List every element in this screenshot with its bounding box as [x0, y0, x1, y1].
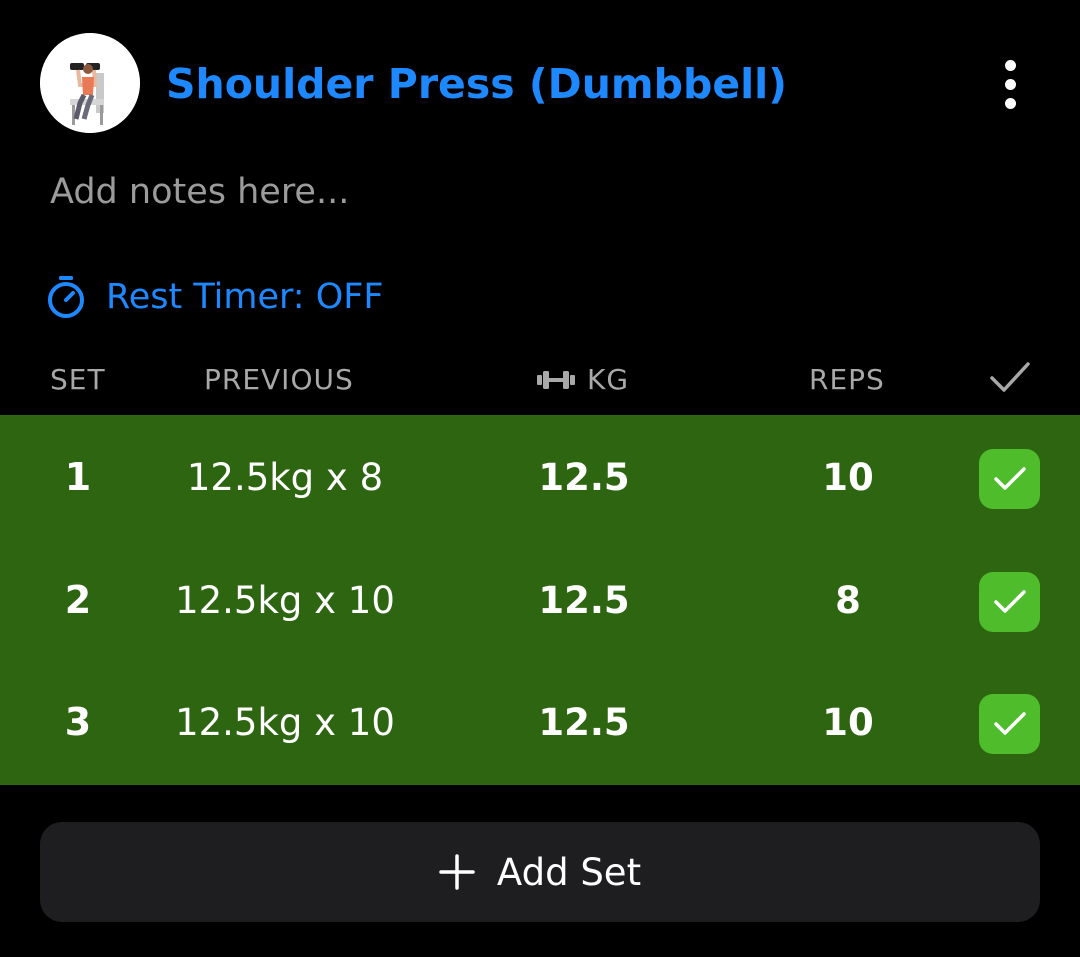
column-header-set: SET: [50, 363, 106, 396]
complete-set-checkbox[interactable]: [979, 694, 1040, 754]
sets-list: 1 12.5kg x 8 12.5 10 2 12.5kg x 10 12.5 …: [0, 415, 1080, 785]
plus-icon: [439, 854, 475, 890]
more-vertical-icon-dot: [1005, 79, 1016, 90]
kg-input[interactable]: 12.5: [504, 661, 664, 784]
checkmark-icon: [990, 362, 1030, 392]
exercise-illustration-icon: [40, 33, 140, 133]
stopwatch-icon: [48, 276, 84, 318]
checkmark-icon: [994, 590, 1026, 613]
checkmark-icon: [994, 712, 1026, 735]
exercise-header: Shoulder Press (Dumbbell): [0, 0, 1080, 170]
set-number[interactable]: 1: [38, 416, 118, 539]
column-header-reps: REPS: [809, 363, 885, 396]
add-set-button[interactable]: Add Set: [40, 822, 1040, 922]
rest-timer-label: Rest Timer: OFF: [106, 277, 384, 317]
checkmark-icon: [994, 467, 1026, 490]
exercise-title[interactable]: Shoulder Press (Dumbbell): [166, 58, 787, 110]
complete-set-checkbox[interactable]: [979, 572, 1040, 632]
complete-set-checkbox[interactable]: [979, 449, 1040, 509]
kg-input[interactable]: 12.5: [504, 539, 664, 662]
column-header-previous: PREVIOUS: [204, 363, 354, 396]
rest-timer-button[interactable]: Rest Timer: OFF: [44, 270, 384, 324]
exercise-thumbnail[interactable]: [40, 33, 140, 133]
add-set-label: Add Set: [496, 850, 642, 894]
kg-input[interactable]: 12.5: [504, 416, 664, 539]
set-row: 1 12.5kg x 8 12.5 10: [0, 416, 1080, 539]
more-vertical-icon-dot: [1005, 98, 1016, 109]
set-number[interactable]: 3: [38, 661, 118, 784]
column-header-kg: KG: [537, 363, 629, 396]
dumbbell-icon: [537, 370, 575, 389]
more-vertical-icon: [1005, 60, 1016, 71]
previous-value[interactable]: 12.5kg x 8: [155, 416, 415, 539]
set-number[interactable]: 2: [38, 539, 118, 662]
reps-input[interactable]: 10: [778, 661, 918, 784]
notes-input[interactable]: [50, 164, 950, 220]
set-row: 3 12.5kg x 10 12.5 10: [0, 661, 1080, 784]
previous-value[interactable]: 12.5kg x 10: [155, 539, 415, 662]
previous-value[interactable]: 12.5kg x 10: [155, 661, 415, 784]
column-header-done: [988, 357, 1032, 397]
column-header-kg-label: KG: [587, 363, 630, 396]
set-row: 2 12.5kg x 10 12.5 8: [0, 539, 1080, 662]
reps-input[interactable]: 8: [778, 539, 918, 662]
reps-input[interactable]: 10: [778, 416, 918, 539]
more-options-button[interactable]: [985, 52, 1037, 116]
set-table-header: SET PREVIOUS KG REPS: [0, 355, 1080, 407]
